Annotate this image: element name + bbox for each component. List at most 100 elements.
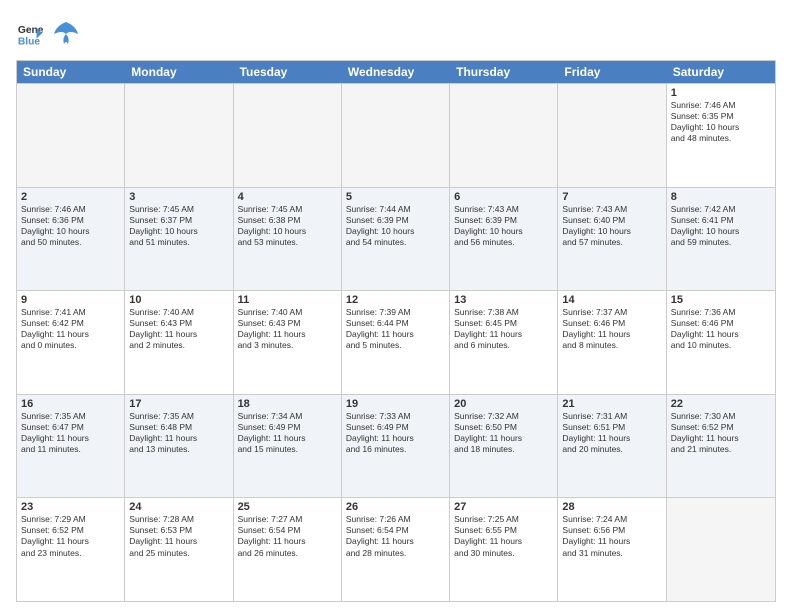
- day-info: Sunrise: 7:44 AM Sunset: 6:39 PM Dayligh…: [346, 204, 445, 248]
- day-info: Sunrise: 7:31 AM Sunset: 6:51 PM Dayligh…: [562, 411, 661, 455]
- cal-cell-w1d6: 8Sunrise: 7:42 AM Sunset: 6:41 PM Daylig…: [667, 188, 775, 291]
- week-row-2: 9Sunrise: 7:41 AM Sunset: 6:42 PM Daylig…: [17, 290, 775, 394]
- cal-cell-w4d2: 25Sunrise: 7:27 AM Sunset: 6:54 PM Dayli…: [234, 498, 342, 601]
- day-number: 11: [238, 294, 337, 306]
- cal-cell-w1d0: 2Sunrise: 7:46 AM Sunset: 6:36 PM Daylig…: [17, 188, 125, 291]
- day-info: Sunrise: 7:40 AM Sunset: 6:43 PM Dayligh…: [129, 307, 228, 351]
- cal-cell-w4d6: [667, 498, 775, 601]
- day-info: Sunrise: 7:37 AM Sunset: 6:46 PM Dayligh…: [562, 307, 661, 351]
- cal-cell-w2d1: 10Sunrise: 7:40 AM Sunset: 6:43 PM Dayli…: [125, 291, 233, 394]
- day-info: Sunrise: 7:25 AM Sunset: 6:55 PM Dayligh…: [454, 514, 553, 558]
- day-info: Sunrise: 7:35 AM Sunset: 6:48 PM Dayligh…: [129, 411, 228, 455]
- day-number: 14: [562, 294, 661, 306]
- cal-cell-w3d1: 17Sunrise: 7:35 AM Sunset: 6:48 PM Dayli…: [125, 395, 233, 498]
- week-row-3: 16Sunrise: 7:35 AM Sunset: 6:47 PM Dayli…: [17, 394, 775, 498]
- week-row-1: 2Sunrise: 7:46 AM Sunset: 6:36 PM Daylig…: [17, 187, 775, 291]
- logo-bird-icon: [48, 16, 84, 52]
- calendar: SundayMondayTuesdayWednesdayThursdayFrid…: [16, 60, 776, 602]
- day-number: 12: [346, 294, 445, 306]
- day-number: 25: [238, 501, 337, 513]
- day-number: 10: [129, 294, 228, 306]
- cal-cell-w0d3: [342, 84, 450, 187]
- day-info: Sunrise: 7:34 AM Sunset: 6:49 PM Dayligh…: [238, 411, 337, 455]
- day-info: Sunrise: 7:27 AM Sunset: 6:54 PM Dayligh…: [238, 514, 337, 558]
- day-info: Sunrise: 7:43 AM Sunset: 6:39 PM Dayligh…: [454, 204, 553, 248]
- logo-icon: General Blue: [16, 20, 44, 48]
- day-info: Sunrise: 7:45 AM Sunset: 6:37 PM Dayligh…: [129, 204, 228, 248]
- day-number: 4: [238, 191, 337, 203]
- day-info: Sunrise: 7:38 AM Sunset: 6:45 PM Dayligh…: [454, 307, 553, 351]
- cal-cell-w2d0: 9Sunrise: 7:41 AM Sunset: 6:42 PM Daylig…: [17, 291, 125, 394]
- day-number: 6: [454, 191, 553, 203]
- day-info: Sunrise: 7:41 AM Sunset: 6:42 PM Dayligh…: [21, 307, 120, 351]
- day-info: Sunrise: 7:32 AM Sunset: 6:50 PM Dayligh…: [454, 411, 553, 455]
- day-info: Sunrise: 7:35 AM Sunset: 6:47 PM Dayligh…: [21, 411, 120, 455]
- day-info: Sunrise: 7:26 AM Sunset: 6:54 PM Dayligh…: [346, 514, 445, 558]
- day-number: 18: [238, 398, 337, 410]
- cal-cell-w2d2: 11Sunrise: 7:40 AM Sunset: 6:43 PM Dayli…: [234, 291, 342, 394]
- day-number: 20: [454, 398, 553, 410]
- day-number: 13: [454, 294, 553, 306]
- day-info: Sunrise: 7:24 AM Sunset: 6:56 PM Dayligh…: [562, 514, 661, 558]
- day-info: Sunrise: 7:43 AM Sunset: 6:40 PM Dayligh…: [562, 204, 661, 248]
- day-number: 21: [562, 398, 661, 410]
- day-number: 27: [454, 501, 553, 513]
- calendar-body: 1Sunrise: 7:46 AM Sunset: 6:35 PM Daylig…: [17, 83, 775, 601]
- cal-cell-w2d4: 13Sunrise: 7:38 AM Sunset: 6:45 PM Dayli…: [450, 291, 558, 394]
- cal-cell-w3d4: 20Sunrise: 7:32 AM Sunset: 6:50 PM Dayli…: [450, 395, 558, 498]
- header-day-wednesday: Wednesday: [342, 61, 450, 83]
- day-info: Sunrise: 7:33 AM Sunset: 6:49 PM Dayligh…: [346, 411, 445, 455]
- cal-cell-w1d3: 5Sunrise: 7:44 AM Sunset: 6:39 PM Daylig…: [342, 188, 450, 291]
- logo: General Blue: [16, 16, 84, 52]
- header-day-saturday: Saturday: [667, 61, 775, 83]
- page: General Blue SundayMondayTuesdayWednesda…: [0, 0, 792, 612]
- header-day-monday: Monday: [125, 61, 233, 83]
- day-number: 7: [562, 191, 661, 203]
- day-info: Sunrise: 7:28 AM Sunset: 6:53 PM Dayligh…: [129, 514, 228, 558]
- day-number: 16: [21, 398, 120, 410]
- cal-cell-w0d5: [558, 84, 666, 187]
- day-number: 19: [346, 398, 445, 410]
- cal-cell-w3d6: 22Sunrise: 7:30 AM Sunset: 6:52 PM Dayli…: [667, 395, 775, 498]
- day-info: Sunrise: 7:36 AM Sunset: 6:46 PM Dayligh…: [671, 307, 771, 351]
- cal-cell-w3d2: 18Sunrise: 7:34 AM Sunset: 6:49 PM Dayli…: [234, 395, 342, 498]
- day-number: 22: [671, 398, 771, 410]
- calendar-header: SundayMondayTuesdayWednesdayThursdayFrid…: [17, 61, 775, 83]
- cal-cell-w3d0: 16Sunrise: 7:35 AM Sunset: 6:47 PM Dayli…: [17, 395, 125, 498]
- day-number: 26: [346, 501, 445, 513]
- day-number: 24: [129, 501, 228, 513]
- day-info: Sunrise: 7:42 AM Sunset: 6:41 PM Dayligh…: [671, 204, 771, 248]
- cal-cell-w2d3: 12Sunrise: 7:39 AM Sunset: 6:44 PM Dayli…: [342, 291, 450, 394]
- cal-cell-w4d1: 24Sunrise: 7:28 AM Sunset: 6:53 PM Dayli…: [125, 498, 233, 601]
- cal-cell-w4d3: 26Sunrise: 7:26 AM Sunset: 6:54 PM Dayli…: [342, 498, 450, 601]
- day-number: 5: [346, 191, 445, 203]
- cal-cell-w4d4: 27Sunrise: 7:25 AM Sunset: 6:55 PM Dayli…: [450, 498, 558, 601]
- header: General Blue: [16, 16, 776, 52]
- day-number: 1: [671, 87, 771, 99]
- day-number: 23: [21, 501, 120, 513]
- day-number: 15: [671, 294, 771, 306]
- cal-cell-w4d0: 23Sunrise: 7:29 AM Sunset: 6:52 PM Dayli…: [17, 498, 125, 601]
- day-number: 8: [671, 191, 771, 203]
- cal-cell-w2d6: 15Sunrise: 7:36 AM Sunset: 6:46 PM Dayli…: [667, 291, 775, 394]
- day-info: Sunrise: 7:45 AM Sunset: 6:38 PM Dayligh…: [238, 204, 337, 248]
- cal-cell-w1d2: 4Sunrise: 7:45 AM Sunset: 6:38 PM Daylig…: [234, 188, 342, 291]
- cal-cell-w3d3: 19Sunrise: 7:33 AM Sunset: 6:49 PM Dayli…: [342, 395, 450, 498]
- day-info: Sunrise: 7:46 AM Sunset: 6:35 PM Dayligh…: [671, 100, 771, 144]
- day-number: 2: [21, 191, 120, 203]
- week-row-0: 1Sunrise: 7:46 AM Sunset: 6:35 PM Daylig…: [17, 83, 775, 187]
- header-day-friday: Friday: [558, 61, 666, 83]
- header-day-sunday: Sunday: [17, 61, 125, 83]
- cal-cell-w0d0: [17, 84, 125, 187]
- cal-cell-w0d1: [125, 84, 233, 187]
- day-number: 17: [129, 398, 228, 410]
- cal-cell-w0d6: 1Sunrise: 7:46 AM Sunset: 6:35 PM Daylig…: [667, 84, 775, 187]
- day-info: Sunrise: 7:29 AM Sunset: 6:52 PM Dayligh…: [21, 514, 120, 558]
- day-info: Sunrise: 7:39 AM Sunset: 6:44 PM Dayligh…: [346, 307, 445, 351]
- cal-cell-w1d1: 3Sunrise: 7:45 AM Sunset: 6:37 PM Daylig…: [125, 188, 233, 291]
- cal-cell-w4d5: 28Sunrise: 7:24 AM Sunset: 6:56 PM Dayli…: [558, 498, 666, 601]
- cal-cell-w1d4: 6Sunrise: 7:43 AM Sunset: 6:39 PM Daylig…: [450, 188, 558, 291]
- cal-cell-w0d2: [234, 84, 342, 187]
- week-row-4: 23Sunrise: 7:29 AM Sunset: 6:52 PM Dayli…: [17, 497, 775, 601]
- header-day-tuesday: Tuesday: [234, 61, 342, 83]
